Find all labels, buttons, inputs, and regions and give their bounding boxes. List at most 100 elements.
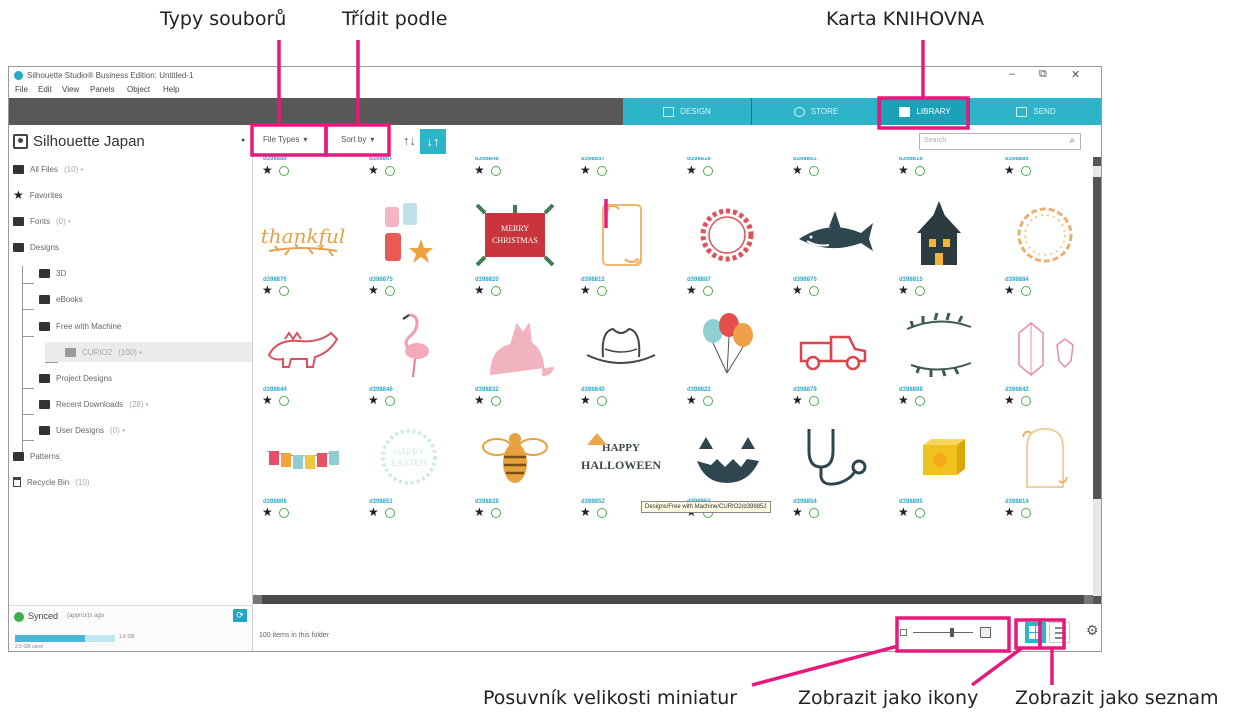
tree-item-favorites[interactable]: ★ Favorites xyxy=(13,185,63,205)
slider-handle[interactable] xyxy=(950,628,954,637)
favorite-star-icon[interactable]: ★ xyxy=(474,506,485,518)
vertical-scrollbar[interactable] xyxy=(1093,157,1101,605)
library-item[interactable]: d398848 ★ xyxy=(465,157,565,186)
library-item[interactable]: d398895 ★ xyxy=(889,417,989,518)
favorite-star-icon[interactable]: ★ xyxy=(792,284,803,296)
favorite-star-icon[interactable]: ★ xyxy=(792,394,803,406)
design-thumbnail[interactable] xyxy=(577,309,665,381)
sort-descending-button[interactable]: ↓↑ xyxy=(420,129,446,154)
tree-item-fonts[interactable]: Fonts (0) • xyxy=(13,211,71,231)
favorite-star-icon[interactable]: ★ xyxy=(368,164,379,176)
scroll-up-arrow[interactable] xyxy=(1093,157,1101,166)
favorite-star-icon[interactable]: ★ xyxy=(898,284,909,296)
library-item[interactable]: d398857 ★ xyxy=(571,157,671,186)
library-item[interactable]: d398870 ★ xyxy=(783,195,883,296)
close-button[interactable]: ✕ xyxy=(1071,68,1080,81)
file-types-dropdown[interactable]: File Types ▾ xyxy=(263,135,307,144)
tree-item-user-designs[interactable]: User Designs (0) • xyxy=(39,420,125,440)
favorite-star-icon[interactable]: ★ xyxy=(580,164,591,176)
favorite-star-icon[interactable]: ★ xyxy=(474,164,485,176)
favorite-star-icon[interactable]: ★ xyxy=(262,284,273,296)
design-thumbnail[interactable] xyxy=(683,421,771,493)
library-item[interactable]: d398884 ★ xyxy=(995,195,1095,296)
tree-item-ebooks[interactable]: eBooks xyxy=(39,289,83,309)
gear-icon[interactable]: ⚙ xyxy=(1086,622,1099,639)
tree-item-recycle-bin[interactable]: Recycle Bin (10) xyxy=(13,472,89,492)
tree-item-free-with-machine[interactable]: Free with Machine xyxy=(39,316,121,336)
favorite-star-icon[interactable]: ★ xyxy=(580,394,591,406)
favorite-star-icon[interactable]: ★ xyxy=(262,506,273,518)
maximize-button[interactable]: ⧉ xyxy=(1039,68,1047,81)
design-thumbnail[interactable]: HAPPY HALLOWEEN xyxy=(577,421,665,493)
library-item[interactable]: d398822 ★ xyxy=(677,305,777,406)
library-item[interactable]: MERRY CHRISTMAS d398820 ★ xyxy=(465,195,565,296)
slider-track[interactable] xyxy=(913,632,973,633)
search-input[interactable]: Search ⌕ xyxy=(919,133,1081,150)
chevron-down-icon[interactable]: ● xyxy=(241,137,245,144)
view-as-list-button[interactable] xyxy=(1049,622,1070,643)
menu-object[interactable]: Object xyxy=(127,85,150,94)
tree-item-all-files[interactable]: All Files (10) • xyxy=(13,159,83,179)
favorite-star-icon[interactable]: ★ xyxy=(686,394,697,406)
scroll-right-arrow[interactable] xyxy=(1084,595,1093,604)
sort-by-dropdown[interactable]: Sort by ▾ xyxy=(341,135,374,144)
menu-view[interactable]: View xyxy=(62,85,79,94)
favorite-star-icon[interactable]: ★ xyxy=(1004,284,1015,296)
design-thumbnail[interactable] xyxy=(895,309,983,381)
sync-refresh-button[interactable]: ⟳ xyxy=(233,609,247,622)
favorite-star-icon[interactable]: ★ xyxy=(686,284,697,296)
design-thumbnail[interactable] xyxy=(895,199,983,271)
favorite-star-icon[interactable]: ★ xyxy=(580,506,591,518)
favorite-star-icon[interactable]: ★ xyxy=(792,164,803,176)
favorite-star-icon[interactable]: ★ xyxy=(474,394,485,406)
design-thumbnail[interactable] xyxy=(789,199,877,271)
minimize-button[interactable]: – xyxy=(1009,68,1015,80)
tab-send[interactable]: SEND xyxy=(970,98,1101,125)
favorite-star-icon[interactable]: ★ xyxy=(898,394,909,406)
library-item[interactable]: d398886 ★ xyxy=(253,157,353,186)
library-item[interactable]: d398840 ★ xyxy=(571,305,671,406)
library-item[interactable]: d398806 ★ xyxy=(253,417,353,518)
design-thumbnail[interactable]: MERRY CHRISTMAS xyxy=(471,199,559,271)
scroll-left-arrow[interactable] xyxy=(253,595,262,604)
library-item[interactable]: d398812 ★ xyxy=(571,195,671,296)
library-item[interactable]: d398816 ★ xyxy=(889,157,989,186)
menu-file[interactable]: File xyxy=(15,85,28,94)
favorite-star-icon[interactable]: ★ xyxy=(898,506,909,518)
library-item[interactable]: d398807 ★ xyxy=(359,157,459,186)
library-item[interactable]: d398818 ★ xyxy=(677,157,777,186)
favorite-star-icon[interactable]: ★ xyxy=(368,284,379,296)
favorite-star-icon[interactable]: ★ xyxy=(1004,506,1015,518)
library-item[interactable]: d398807 ★ xyxy=(677,195,777,296)
menu-help[interactable]: Help xyxy=(163,85,179,94)
thumbnail-size-slider[interactable] xyxy=(900,626,1000,640)
design-thumbnail[interactable] xyxy=(577,199,665,271)
favorite-star-icon[interactable]: ★ xyxy=(262,394,273,406)
design-thumbnail[interactable] xyxy=(683,199,771,271)
design-thumbnail[interactable] xyxy=(259,309,347,381)
design-thumbnail[interactable] xyxy=(683,309,771,381)
favorite-star-icon[interactable]: ★ xyxy=(368,394,379,406)
tab-store[interactable]: STORE xyxy=(752,98,880,125)
design-thumbnail[interactable] xyxy=(1001,199,1089,271)
account-header[interactable]: Silhouette Japan xyxy=(13,131,145,151)
design-thumbnail[interactable] xyxy=(789,421,877,493)
design-thumbnail[interactable]: thankful xyxy=(259,199,347,271)
library-item[interactable]: d398879 ★ xyxy=(783,305,883,406)
favorite-star-icon[interactable]: ★ xyxy=(262,164,273,176)
menu-panels[interactable]: Panels xyxy=(90,85,114,94)
horizontal-scrollbar[interactable] xyxy=(253,595,1093,604)
tree-item-curio2[interactable]: CURIO2 (100) • xyxy=(45,342,252,362)
sort-ascending-icon[interactable]: ↑↓ xyxy=(403,133,416,148)
favorite-star-icon[interactable]: ★ xyxy=(368,506,379,518)
tree-item-recent-downloads[interactable]: Recent Downloads (28) • xyxy=(39,394,148,414)
design-thumbnail[interactable] xyxy=(895,421,983,493)
tree-item-patterns[interactable]: Patterns xyxy=(13,446,60,466)
library-item[interactable]: d398801 ★ xyxy=(783,157,883,186)
library-item[interactable]: d398844 ★ xyxy=(253,305,353,406)
design-thumbnail[interactable]: HAPPYEASTER xyxy=(365,421,453,493)
favorite-star-icon[interactable]: ★ xyxy=(1004,164,1015,176)
design-thumbnail[interactable] xyxy=(789,309,877,381)
favorite-star-icon[interactable]: ★ xyxy=(474,284,485,296)
favorite-star-icon[interactable]: ★ xyxy=(1004,394,1015,406)
